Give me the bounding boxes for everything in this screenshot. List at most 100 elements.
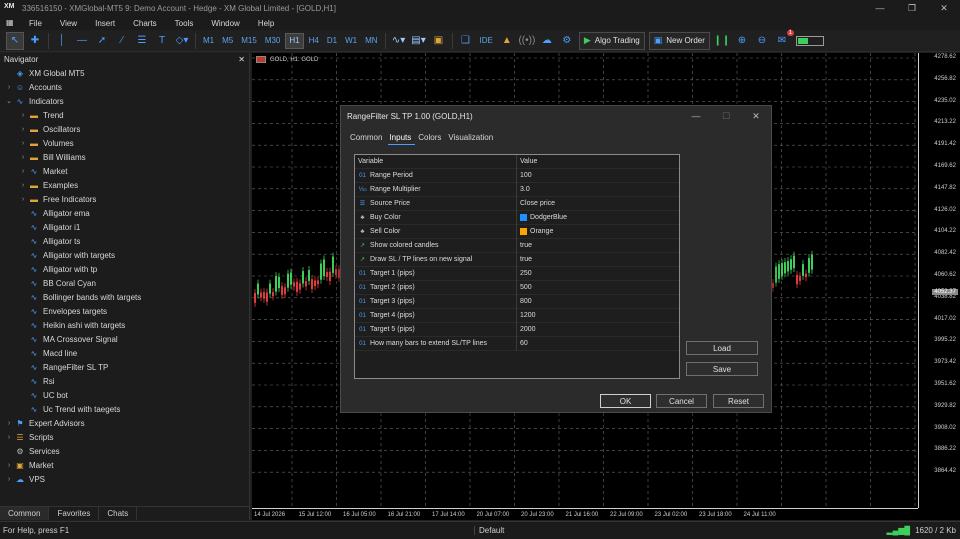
- timeframe-h1[interactable]: H1: [285, 32, 304, 49]
- chart-type-icon[interactable]: ∿▾: [390, 32, 408, 50]
- timeframe-d1[interactable]: D1: [324, 33, 340, 49]
- cancel-button[interactable]: Cancel: [656, 394, 707, 408]
- expand-chevron-icon[interactable]: ›: [18, 168, 28, 175]
- zoom-out-icon[interactable]: ⊖: [753, 32, 771, 50]
- value-cell[interactable]: 800: [517, 298, 679, 305]
- tree-item[interactable]: ◈ XM Global MT5: [0, 66, 249, 80]
- expand-chevron-icon[interactable]: ›: [18, 126, 28, 133]
- crosshair-icon[interactable]: ✚: [26, 32, 44, 50]
- tree-item[interactable]: ∿ Alligator with targets: [0, 248, 249, 262]
- value-cell[interactable]: DodgerBlue: [517, 214, 679, 221]
- lock-icon[interactable]: ▲: [498, 32, 516, 50]
- tree-item[interactable]: ∿ Heikin ashi with targets: [0, 318, 249, 332]
- tree-item[interactable]: ∿ Macd line: [0, 346, 249, 360]
- tab-chats[interactable]: Chats: [99, 507, 138, 520]
- menu-window[interactable]: Window: [202, 19, 248, 28]
- value-cell[interactable]: 500: [517, 284, 679, 291]
- depth-of-market-icon[interactable]: ❙❙: [713, 32, 731, 50]
- cube-icon[interactable]: ❑: [457, 32, 475, 50]
- menu-charts[interactable]: Charts: [124, 19, 166, 28]
- timeframe-h4[interactable]: H4: [306, 33, 322, 49]
- table-row[interactable]: ⅒ Range Multiplier 3.0: [355, 182, 679, 197]
- value-cell[interactable]: true: [517, 242, 679, 249]
- shapes-icon[interactable]: ◇▾: [173, 32, 191, 50]
- tree-item[interactable]: ∿ Envelopes targets: [0, 304, 249, 318]
- table-row[interactable]: ♣ Sell Color Orange: [355, 224, 679, 239]
- tab-favorites[interactable]: Favorites: [49, 507, 100, 520]
- timeframe-w1[interactable]: W1: [342, 33, 360, 49]
- value-cell[interactable]: true: [517, 256, 679, 263]
- table-row[interactable]: 01 Target 2 (pips) 500: [355, 280, 679, 295]
- tree-item[interactable]: › ▬ Volumes: [0, 136, 249, 150]
- signal-icon[interactable]: ((•)): [518, 32, 536, 50]
- expand-chevron-icon[interactable]: ›: [18, 140, 28, 147]
- tree-item[interactable]: ⌄ ∿ Indicators: [0, 94, 249, 108]
- tree-item[interactable]: ∿ Alligator ema: [0, 206, 249, 220]
- connection-status[interactable]: ▂▄▆█ 1620 / 2 Kb: [886, 526, 956, 535]
- zoom-in-icon[interactable]: ⊕: [733, 32, 751, 50]
- tree-item[interactable]: ∿ Bollinger bands with targets: [0, 290, 249, 304]
- tree-item[interactable]: ∿ MA Crossover Signal: [0, 332, 249, 346]
- tree-item[interactable]: ∿ BB Coral Cyan: [0, 276, 249, 290]
- value-cell[interactable]: 100: [517, 172, 679, 179]
- timeframe-m30[interactable]: M30: [262, 33, 284, 49]
- tab-colors[interactable]: Colors: [417, 133, 445, 145]
- value-cell[interactable]: 60: [517, 340, 679, 347]
- tree-item[interactable]: › ▬ Bill Williams: [0, 150, 249, 164]
- timeframe-m1[interactable]: M1: [200, 33, 217, 49]
- table-row[interactable]: ☰ Source Price Close price: [355, 196, 679, 211]
- restore-icon[interactable]: ❐: [896, 0, 928, 16]
- menu-view[interactable]: View: [51, 19, 86, 28]
- dialog-minimize-icon[interactable]: —: [681, 106, 711, 126]
- expand-chevron-icon[interactable]: ›: [18, 182, 28, 189]
- chart-window-icon[interactable]: ▦: [6, 18, 16, 28]
- tab-inputs[interactable]: Inputs: [388, 133, 416, 145]
- value-cell[interactable]: 1200: [517, 312, 679, 319]
- tree-item[interactable]: › ☺ Accounts: [0, 80, 249, 94]
- tree-item[interactable]: › ☁ VPS: [0, 472, 249, 486]
- algo-trading-button[interactable]: ▶ Algo Trading: [578, 31, 645, 50]
- ide-button[interactable]: IDE: [477, 33, 496, 49]
- expand-chevron-icon[interactable]: ›: [4, 84, 14, 91]
- market-icon[interactable]: ▣: [430, 32, 448, 50]
- expand-chevron-icon[interactable]: ⌄: [4, 97, 14, 105]
- dialog-close-icon[interactable]: ✕: [741, 106, 771, 126]
- reset-button[interactable]: Reset: [713, 394, 764, 408]
- timeframe-m5[interactable]: M5: [219, 33, 236, 49]
- menu-help[interactable]: Help: [249, 19, 283, 28]
- table-row[interactable]: ♣ Buy Color DodgerBlue: [355, 210, 679, 225]
- value-cell[interactable]: Close price: [517, 200, 679, 207]
- trendline-icon[interactable]: ➚: [93, 32, 111, 50]
- channel-icon[interactable]: ∕: [113, 32, 131, 50]
- vps-cloud-icon[interactable]: ☁: [538, 32, 556, 50]
- table-row[interactable]: ↗ Draw SL / TP lines on new signal true: [355, 252, 679, 267]
- cursor-icon[interactable]: ↖: [6, 31, 24, 50]
- tree-item[interactable]: › ☰ Scripts: [0, 430, 249, 444]
- table-row[interactable]: 01 Target 4 (pips) 1200: [355, 308, 679, 323]
- timeframe-mn[interactable]: MN: [362, 33, 380, 49]
- tree-item[interactable]: ∿ Rsi: [0, 374, 249, 388]
- tree-item[interactable]: ∿ Uc Trend with taegets: [0, 402, 249, 416]
- menu-insert[interactable]: Insert: [86, 19, 124, 28]
- expand-chevron-icon[interactable]: ›: [4, 462, 14, 469]
- table-row[interactable]: 01 Target 1 (pips) 250: [355, 266, 679, 281]
- tree-item[interactable]: › ▬ Free Indicators: [0, 192, 249, 206]
- table-row[interactable]: 01 Range Period 100: [355, 168, 679, 183]
- expand-chevron-icon[interactable]: ›: [4, 420, 14, 427]
- time-axis[interactable]: 14 Jul 2026 15 Jul 12:00 16 Jul 05:00 16 Ju…: [252, 508, 918, 520]
- tree-item[interactable]: ∿ UC bot: [0, 388, 249, 402]
- tab-common[interactable]: Common: [349, 133, 386, 145]
- tree-item[interactable]: ∿ Alligator with tp: [0, 262, 249, 276]
- table-row[interactable]: ↗ Show colored candles true: [355, 238, 679, 253]
- tree-item[interactable]: › ⚑ Expert Advisors: [0, 416, 249, 430]
- value-cell[interactable]: 3.0: [517, 186, 679, 193]
- value-cell[interactable]: 250: [517, 270, 679, 277]
- price-axis[interactable]: 4278.62 4256.82 4235.02 4213.22 4191.42 4169.…: [918, 53, 960, 508]
- close-icon[interactable]: ✕: [928, 0, 960, 16]
- notifications-icon[interactable]: ✉ 1: [773, 29, 794, 50]
- menu-file[interactable]: File: [20, 19, 51, 28]
- table-row[interactable]: 01 Target 3 (pips) 800: [355, 294, 679, 309]
- value-cell[interactable]: Orange: [517, 228, 679, 235]
- settings-icon[interactable]: ⚙: [558, 32, 576, 50]
- timeframe-m15[interactable]: M15: [238, 33, 260, 49]
